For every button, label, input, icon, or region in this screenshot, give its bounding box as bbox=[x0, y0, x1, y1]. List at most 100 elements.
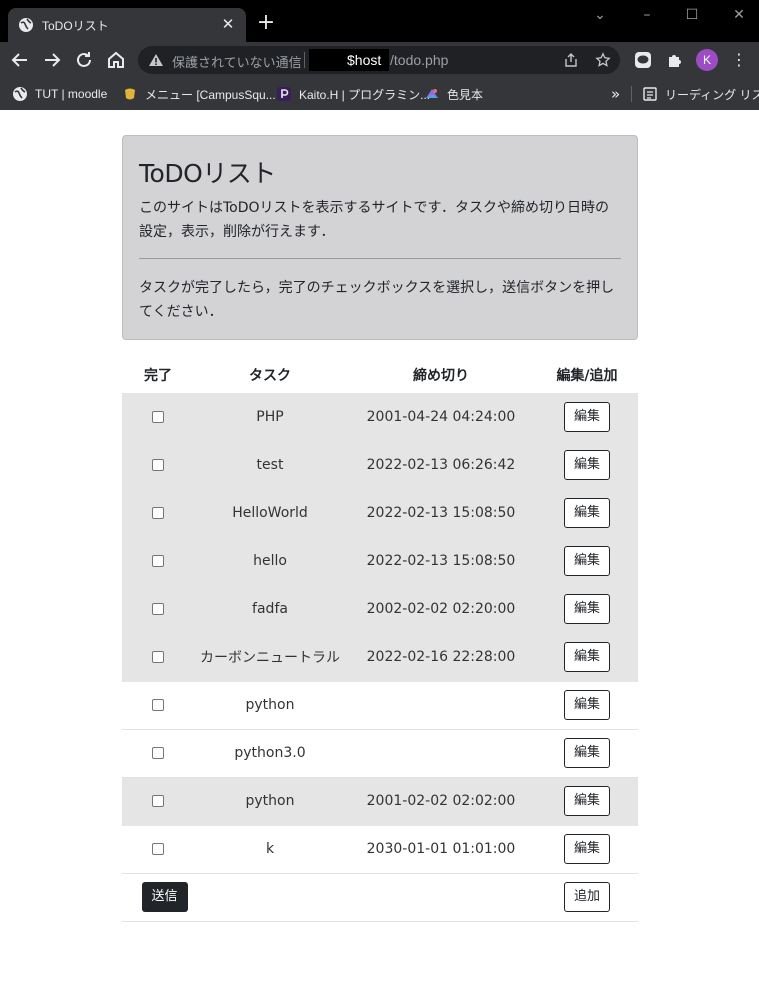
edit-button[interactable]: 編集 bbox=[564, 594, 610, 624]
task-cell: PHP bbox=[194, 393, 346, 442]
new-tab-button[interactable]: + bbox=[256, 12, 276, 34]
line-extension-icon[interactable] bbox=[633, 50, 653, 70]
forward-arrow-icon[interactable] bbox=[40, 48, 64, 72]
done-checkbox[interactable] bbox=[152, 747, 164, 759]
reading-list-icon bbox=[643, 87, 657, 101]
edit-cell: 編集 bbox=[536, 585, 638, 634]
edit-cell: 編集 bbox=[536, 825, 638, 874]
bookmark-label: 色見本 bbox=[447, 87, 484, 102]
table-row: HelloWorld 2022-02-13 15:08:50 編集 bbox=[122, 489, 638, 538]
edit-button[interactable]: 編集 bbox=[564, 498, 610, 528]
extensions-puzzle-icon[interactable] bbox=[665, 50, 685, 70]
table-row: k 2030-01-01 01:01:00 編集 bbox=[122, 825, 638, 874]
bookmarks-bar: TUT | moodle メニュー [CampusSqu... Kaito.H … bbox=[0, 78, 759, 110]
table-row: python 2001-02-02 02:02:00 編集 bbox=[122, 777, 638, 826]
menu-kebab-icon[interactable]: ⋮ bbox=[731, 49, 747, 71]
edit-button[interactable]: 編集 bbox=[564, 450, 610, 480]
warning-icon[interactable] bbox=[148, 52, 164, 68]
todo-table-body: PHP 2001-04-24 04:24:00 編集 test 2022-02-13 0… bbox=[122, 393, 638, 874]
bookmark-item[interactable]: メニュー [CampusSqu... bbox=[122, 84, 276, 104]
profile-icon bbox=[277, 87, 291, 101]
add-button[interactable]: 追加 bbox=[564, 882, 610, 912]
tab-strip: ToDOリスト ✕ + ⌄ – ☐ ✕ bbox=[0, 0, 759, 42]
submit-button[interactable]: 送信 bbox=[141, 882, 188, 912]
done-cell bbox=[122, 633, 194, 682]
edit-button[interactable]: 編集 bbox=[564, 738, 610, 768]
tab-title: ToDOリスト bbox=[42, 19, 109, 33]
edit-cell: 編集 bbox=[536, 489, 638, 538]
done-checkbox[interactable] bbox=[152, 555, 164, 567]
table-footer-row: 送信 追加 bbox=[122, 873, 638, 922]
window-close-icon[interactable]: ✕ bbox=[729, 6, 749, 24]
task-cell: HelloWorld bbox=[194, 489, 346, 538]
browser-toolbar: 保護されていない通信 $host /todo.php K ⋮ bbox=[0, 42, 759, 78]
edit-cell: 編集 bbox=[536, 681, 638, 730]
edit-button[interactable]: 編集 bbox=[564, 401, 610, 432]
header-edit-add: 編集/追加 bbox=[556, 368, 618, 384]
color-sample-icon bbox=[426, 89, 438, 98]
table-header-row: 完了 タスク 締め切り 編集/追加 bbox=[122, 357, 638, 393]
done-checkbox[interactable] bbox=[152, 410, 164, 423]
edit-button[interactable]: 編集 bbox=[564, 690, 610, 720]
deadline-cell: 2001-04-24 04:24:00 bbox=[346, 393, 536, 442]
deadline-cell: 2001-02-02 02:02:00 bbox=[346, 777, 536, 826]
header-deadline: 締め切り bbox=[413, 368, 469, 384]
address-bar[interactable]: 保護されていない通信 $host /todo.php bbox=[138, 46, 620, 74]
address-divider bbox=[304, 52, 305, 68]
maximize-icon[interactable]: ☐ bbox=[682, 6, 702, 24]
browser-chrome: ToDOリスト ✕ + ⌄ – ☐ ✕ 保護されていない通信 $host /to… bbox=[0, 0, 759, 110]
bookmark-item[interactable]: TUT | moodle bbox=[12, 84, 107, 104]
bookmark-item[interactable]: 色見本 bbox=[424, 84, 483, 104]
done-cell bbox=[122, 825, 194, 874]
bookmark-item[interactable]: Kaito.H | プログラミン... bbox=[276, 84, 430, 104]
page-title: ToDOリスト bbox=[139, 159, 276, 188]
security-label[interactable]: 保護されていない通信 bbox=[172, 52, 302, 71]
back-arrow-icon[interactable] bbox=[8, 48, 32, 72]
done-cell bbox=[122, 537, 194, 586]
done-checkbox[interactable] bbox=[152, 459, 164, 471]
task-cell: python bbox=[194, 777, 346, 826]
edit-cell: 編集 bbox=[536, 729, 638, 778]
table-row: test 2022-02-13 06:26:42 編集 bbox=[122, 441, 638, 490]
reload-icon[interactable] bbox=[72, 48, 96, 72]
done-checkbox[interactable] bbox=[152, 507, 164, 519]
task-cell: python bbox=[194, 681, 346, 730]
home-icon[interactable] bbox=[104, 48, 128, 72]
task-cell: test bbox=[194, 441, 346, 490]
minimize-icon[interactable]: – bbox=[637, 6, 657, 24]
deadline-cell bbox=[346, 729, 536, 778]
done-checkbox[interactable] bbox=[152, 843, 164, 855]
done-checkbox[interactable] bbox=[152, 795, 164, 807]
done-cell bbox=[122, 393, 194, 442]
edit-button[interactable]: 編集 bbox=[564, 834, 610, 864]
reading-list-label: リーディング リスト bbox=[665, 87, 759, 102]
campussquare-icon bbox=[125, 88, 135, 100]
done-checkbox[interactable] bbox=[152, 699, 164, 711]
deadline-cell: 2002-02-02 02:20:00 bbox=[346, 585, 536, 634]
edit-button[interactable]: 編集 bbox=[564, 546, 610, 576]
deadline-cell: 2022-02-16 22:28:00 bbox=[346, 633, 536, 682]
done-checkbox[interactable] bbox=[152, 651, 164, 663]
bookmark-label: TUT | moodle bbox=[35, 87, 108, 101]
bookmarks-overflow-icon[interactable]: » bbox=[611, 84, 620, 104]
share-icon[interactable] bbox=[563, 52, 579, 68]
bookmarks-divider bbox=[631, 86, 632, 102]
reading-list-button[interactable]: リーディング リスト bbox=[642, 84, 759, 104]
done-checkbox[interactable] bbox=[152, 603, 164, 615]
table-row: hello 2022-02-13 15:08:50 編集 bbox=[122, 537, 638, 586]
edit-button[interactable]: 編集 bbox=[564, 642, 610, 672]
done-cell bbox=[122, 681, 194, 730]
add-cell: 追加 bbox=[536, 873, 638, 922]
table-row: python 編集 bbox=[122, 681, 638, 730]
edit-button[interactable]: 編集 bbox=[564, 786, 610, 816]
edit-cell: 編集 bbox=[536, 441, 638, 490]
deadline-cell bbox=[346, 681, 536, 730]
tab-active[interactable]: ToDOリスト ✕ bbox=[8, 8, 246, 42]
profile-avatar[interactable]: K bbox=[696, 49, 718, 71]
done-cell bbox=[122, 585, 194, 634]
deadline-cell: 2030-01-01 01:01:00 bbox=[346, 825, 536, 874]
footer-spacer bbox=[346, 873, 536, 922]
bookmark-star-icon[interactable] bbox=[595, 52, 611, 68]
tab-close-icon[interactable]: ✕ bbox=[218, 14, 238, 34]
tab-search-icon[interactable]: ⌄ bbox=[590, 6, 610, 24]
